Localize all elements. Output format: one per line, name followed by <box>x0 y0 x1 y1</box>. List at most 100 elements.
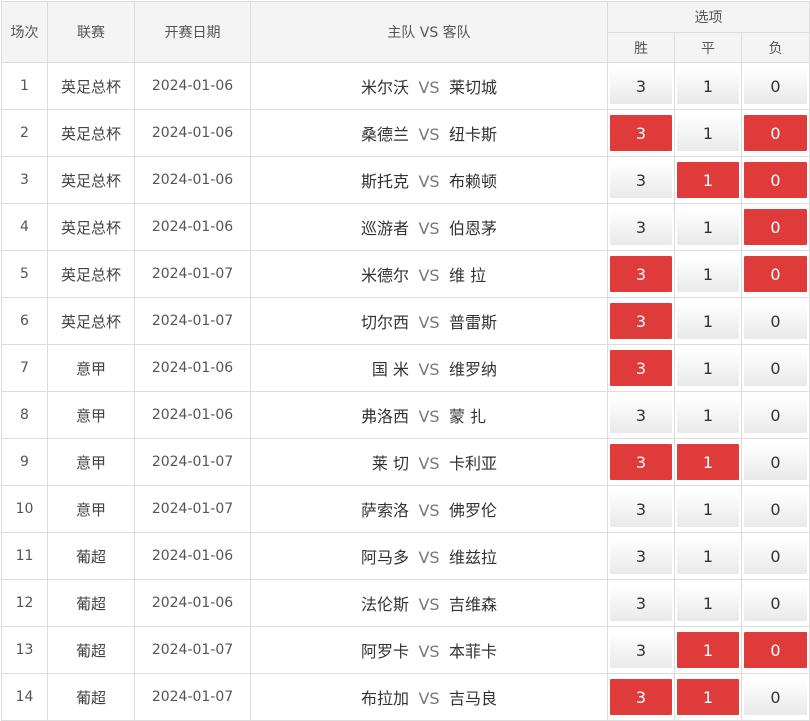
row-date: 2024-01-07 <box>134 297 251 345</box>
header-index: 场次 <box>1 1 48 63</box>
option-win-button[interactable]: 3 <box>610 585 672 621</box>
option-draw-cell: 1 <box>674 438 742 486</box>
away-team: 卡利亚 <box>449 454 498 473</box>
option-draw-button[interactable]: 1 <box>677 585 739 621</box>
row-matchup: 布拉加 VS 吉马良 <box>250 673 608 721</box>
header-league: 联赛 <box>47 1 135 63</box>
option-win-button[interactable]: 3 <box>610 162 672 198</box>
match-rows: 1 英足总杯 2024-01-06 米尔沃 VS 莱切城 3 1 0 2 英足总杯 2024-01-0… <box>1 62 810 721</box>
option-win-cell: 3 <box>607 344 675 392</box>
option-lose-button[interactable]: 0 <box>744 162 808 198</box>
header-matchup: 主队 VS 客队 <box>250 1 608 63</box>
option-win-button[interactable]: 3 <box>610 491 672 527</box>
vs-label: VS <box>418 219 440 238</box>
option-lose-cell: 0 <box>740 626 810 674</box>
option-win-button[interactable]: 3 <box>610 209 672 245</box>
row-league: 葡超 <box>47 579 135 627</box>
row-date: 2024-01-06 <box>134 579 251 627</box>
option-draw-button[interactable]: 1 <box>677 679 739 715</box>
vs-label: VS <box>418 172 440 191</box>
option-lose-button[interactable]: 0 <box>744 538 808 574</box>
row-league: 英足总杯 <box>47 109 135 157</box>
option-win-button[interactable]: 3 <box>610 632 672 668</box>
option-draw-button[interactable]: 1 <box>677 444 739 480</box>
home-team: 阿马多 <box>360 548 409 567</box>
option-lose-button[interactable]: 0 <box>744 632 808 668</box>
option-lose-button[interactable]: 0 <box>744 397 808 433</box>
option-draw-button[interactable]: 1 <box>677 397 739 433</box>
option-win-button[interactable]: 3 <box>610 397 672 433</box>
home-team: 巡游者 <box>360 219 409 238</box>
row-index: 2 <box>1 109 48 157</box>
row-index: 6 <box>1 297 48 345</box>
row-league: 葡超 <box>47 673 135 721</box>
option-draw-cell: 1 <box>674 156 742 204</box>
row-matchup: 国 米 VS 维罗纳 <box>250 344 608 392</box>
option-draw-cell: 1 <box>674 673 742 721</box>
option-win-button[interactable]: 3 <box>610 538 672 574</box>
row-date: 2024-01-06 <box>134 532 251 580</box>
row-date: 2024-01-07 <box>134 485 251 533</box>
vs-label: VS <box>418 125 440 144</box>
row-date: 2024-01-06 <box>134 156 251 204</box>
option-lose-button[interactable]: 0 <box>744 115 808 151</box>
row-matchup: 切尔西 VS 普雷斯 <box>250 297 608 345</box>
option-lose-button[interactable]: 0 <box>744 68 808 104</box>
option-win-button[interactable]: 3 <box>610 68 672 104</box>
home-team: 切尔西 <box>360 313 409 332</box>
option-win-button[interactable]: 3 <box>610 115 672 151</box>
home-team: 莱 切 <box>371 454 409 473</box>
row-index: 3 <box>1 156 48 204</box>
option-draw-cell: 1 <box>674 297 742 345</box>
row-date: 2024-01-07 <box>134 626 251 674</box>
table-row: 9 意甲 2024-01-07 莱 切 VS 卡利亚 3 1 0 <box>1 438 810 486</box>
option-draw-button[interactable]: 1 <box>677 209 739 245</box>
option-draw-button[interactable]: 1 <box>677 632 739 668</box>
away-team: 普雷斯 <box>449 313 498 332</box>
option-lose-button[interactable]: 0 <box>744 444 808 480</box>
option-draw-button[interactable]: 1 <box>677 256 739 292</box>
away-team: 维 拉 <box>449 266 487 285</box>
option-lose-button[interactable]: 0 <box>744 350 808 386</box>
option-lose-cell: 0 <box>740 203 810 251</box>
table-row: 2 英足总杯 2024-01-06 桑德兰 VS 纽卡斯 3 1 0 <box>1 109 810 157</box>
home-team: 法伦斯 <box>360 595 409 614</box>
option-draw-button[interactable]: 1 <box>677 68 739 104</box>
option-win-button[interactable]: 3 <box>610 444 672 480</box>
option-draw-button[interactable]: 1 <box>677 115 739 151</box>
option-win-button[interactable]: 3 <box>610 256 672 292</box>
row-date: 2024-01-07 <box>134 438 251 486</box>
option-lose-button[interactable]: 0 <box>744 209 808 245</box>
option-draw-cell: 1 <box>674 391 742 439</box>
option-win-button[interactable]: 3 <box>610 350 672 386</box>
option-draw-cell: 1 <box>674 203 742 251</box>
option-win-cell: 3 <box>607 203 675 251</box>
home-team: 弗洛西 <box>360 407 409 426</box>
option-lose-button[interactable]: 0 <box>744 303 808 339</box>
option-draw-cell: 1 <box>674 344 742 392</box>
home-team: 米德尔 <box>360 266 409 285</box>
option-draw-cell: 1 <box>674 109 742 157</box>
option-draw-button[interactable]: 1 <box>677 350 739 386</box>
row-league: 葡超 <box>47 626 135 674</box>
option-draw-button[interactable]: 1 <box>677 162 739 198</box>
option-draw-button[interactable]: 1 <box>677 538 739 574</box>
row-index: 5 <box>1 250 48 298</box>
row-matchup: 弗洛西 VS 蒙 扎 <box>250 391 608 439</box>
row-matchup: 斯托克 VS 布赖顿 <box>250 156 608 204</box>
option-draw-button[interactable]: 1 <box>677 491 739 527</box>
option-win-button[interactable]: 3 <box>610 303 672 339</box>
away-team: 本菲卡 <box>449 642 498 661</box>
option-draw-button[interactable]: 1 <box>677 303 739 339</box>
option-lose-button[interactable]: 0 <box>744 585 808 621</box>
option-win-button[interactable]: 3 <box>610 679 672 715</box>
row-date: 2024-01-06 <box>134 109 251 157</box>
option-lose-button[interactable]: 0 <box>744 256 808 292</box>
option-lose-button[interactable]: 0 <box>744 679 808 715</box>
option-lose-button[interactable]: 0 <box>744 491 808 527</box>
option-win-cell: 3 <box>607 626 675 674</box>
row-league: 葡超 <box>47 532 135 580</box>
row-league: 英足总杯 <box>47 62 135 110</box>
home-team: 布拉加 <box>360 689 409 708</box>
away-team: 布赖顿 <box>449 172 498 191</box>
